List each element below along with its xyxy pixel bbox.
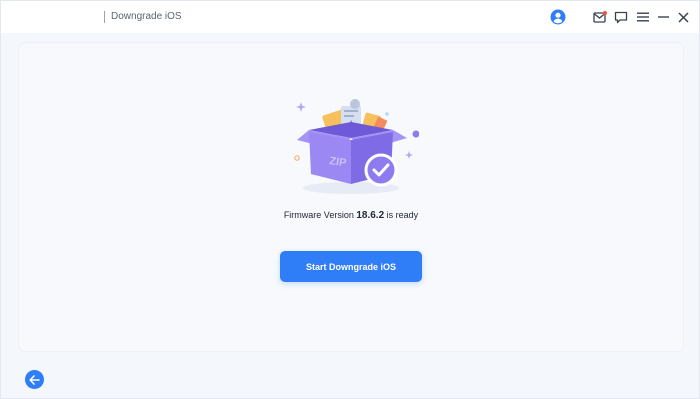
content-panel (19, 43, 683, 351)
start-downgrade-button[interactable]: Start Downgrade iOS (280, 251, 422, 282)
firmware-status-text: Firmware Version 18.6.2 is ready (1, 209, 700, 222)
title-separator (104, 11, 105, 23)
close-icon[interactable] (674, 8, 692, 26)
zip-box-illustration: ZIP (289, 96, 420, 196)
back-button[interactable] (25, 370, 44, 389)
firmware-version: 18.6.2 (356, 210, 385, 221)
app-window: Downgrade iOS ZIP Firmware Version 18.6.… (0, 0, 700, 399)
svg-text:ZIP: ZIP (329, 155, 348, 169)
user-avatar-icon[interactable] (549, 8, 567, 26)
menu-icon[interactable] (634, 8, 652, 26)
title-bar: Downgrade iOS (1, 1, 699, 33)
minimize-icon[interactable] (654, 8, 672, 26)
firmware-prefix: Firmware Version (283, 210, 357, 220)
breadcrumb: Downgrade iOS (111, 11, 182, 22)
arrow-left-icon (29, 374, 40, 385)
feedback-icon[interactable] (612, 8, 630, 26)
mail-icon[interactable] (591, 8, 609, 26)
firmware-suffix: is ready (384, 210, 419, 220)
